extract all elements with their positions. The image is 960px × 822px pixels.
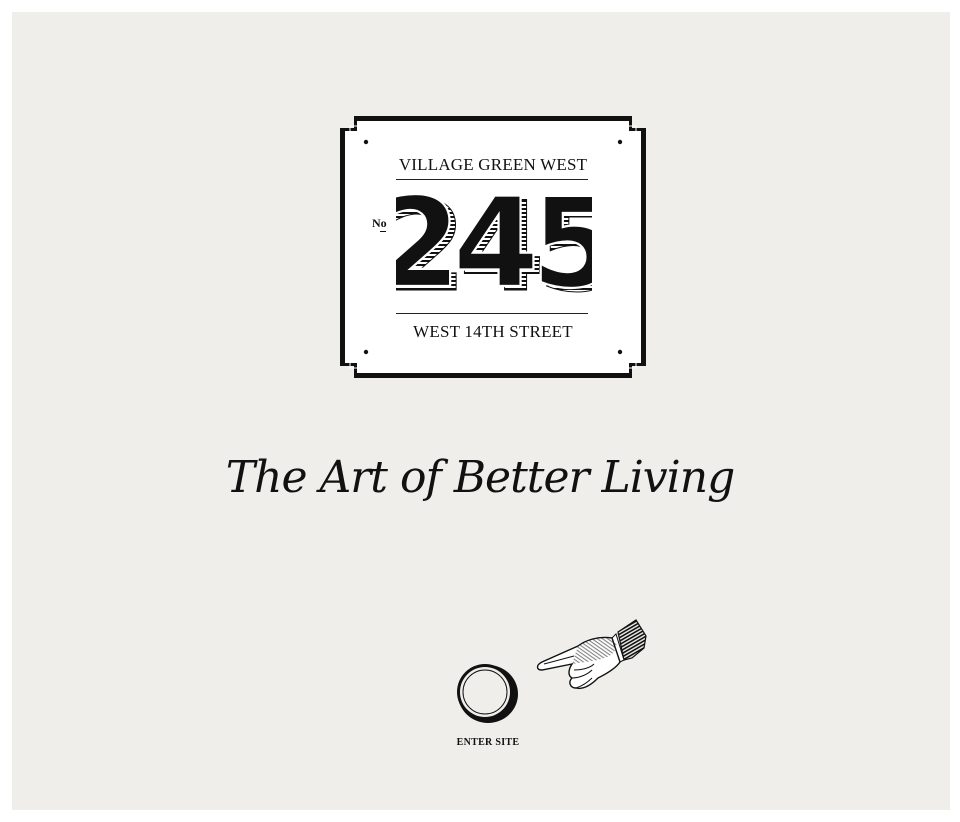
ring-button-icon[interactable] [452,662,522,724]
plaque-bottom-line: WEST 14TH STREET [413,322,573,341]
plaque-number-prefix: No [372,216,387,230]
plaque-top-line: VILLAGE GREEN WEST [398,155,588,174]
address-plaque: VILLAGE GREEN WEST No 245 245 245 WEST 1… [340,116,646,378]
plaque-number-prefix-underline [380,231,386,232]
plaque-number-inline: 245 [396,184,592,302]
plaque-bottom-rule [396,313,588,314]
enter-site-link[interactable]: ENTER SITE [400,737,576,748]
plaque-number: 245 245 245 [396,184,592,302]
plaque-top-rule [396,179,588,180]
tagline: The Art of Better Living [225,452,735,503]
pointing-hand-icon [536,619,647,690]
